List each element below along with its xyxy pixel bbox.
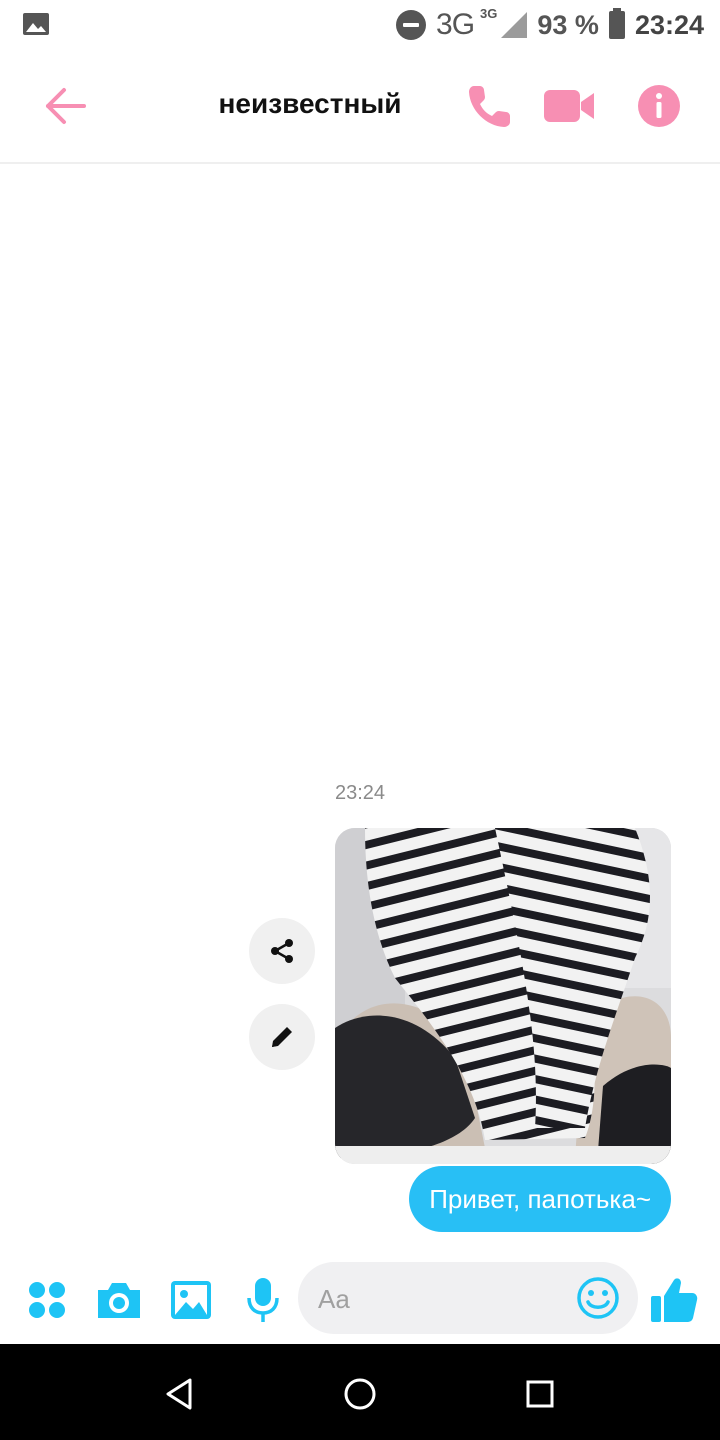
video-camera-icon[interactable] [541, 78, 597, 134]
back-arrow-icon[interactable] [38, 80, 94, 132]
battery-percent: 93 % [537, 9, 599, 40]
microphone-icon[interactable] [238, 1276, 288, 1324]
share-icon [271, 939, 293, 963]
apps-icon[interactable] [24, 1276, 74, 1324]
message-input[interactable]: Aa [298, 1262, 638, 1334]
composer-bar: Aa [0, 1256, 720, 1344]
thumbs-up-icon[interactable] [648, 1274, 700, 1326]
emoji-icon[interactable] [576, 1276, 620, 1320]
nav-recents-icon[interactable] [520, 1374, 560, 1414]
nav-home-icon[interactable] [340, 1374, 380, 1414]
message-bubble[interactable]: Привет, папотька~ [409, 1166, 671, 1232]
status-time: 23:24 [634, 9, 704, 40]
camera-icon[interactable] [94, 1276, 144, 1324]
message-timestamp: 23:24 [334, 782, 386, 804]
phone-icon[interactable] [462, 78, 518, 134]
photo-content [335, 828, 671, 1164]
network-type: 3G [436, 8, 475, 41]
status-icons: 3G 3G 93 % 23:24 [396, 6, 704, 44]
message-input-placeholder: Aa [318, 1284, 350, 1314]
nav-back-icon[interactable] [160, 1374, 200, 1414]
status-bar: 3G 3G 93 % 23:24 [0, 0, 720, 50]
share-button[interactable] [249, 918, 315, 984]
edit-icon [272, 1027, 292, 1047]
edit-button[interactable] [249, 1004, 315, 1070]
gallery-notification-icon [23, 13, 49, 35]
chat-header: неизвестный [0, 50, 720, 164]
page-title: неизвестный [218, 88, 402, 119]
message-image[interactable] [335, 828, 671, 1164]
do-not-disturb-icon [396, 10, 427, 40]
gallery-icon[interactable] [166, 1276, 216, 1324]
network-type-small: 3G [480, 5, 498, 21]
system-nav-bar [0, 1344, 720, 1440]
info-icon[interactable] [631, 78, 687, 134]
signal-icon [501, 12, 528, 38]
battery-charging-icon [608, 8, 625, 39]
